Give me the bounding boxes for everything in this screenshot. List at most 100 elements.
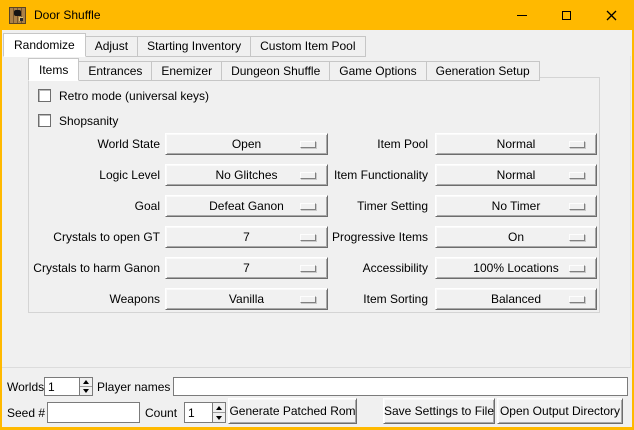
player-names-label: Player names [97,380,170,394]
crystals-ganon-label: Crystals to harm Ganon [30,257,160,279]
menu-indicator-icon [569,141,585,148]
item-functionality-label: Item Functionality [318,164,428,186]
count-down-button[interactable] [213,413,225,422]
shopsanity-checkbox[interactable] [38,114,51,127]
window-title: Door Shuffle [34,8,101,22]
goal-value: Defeat Ganon [209,199,284,213]
world-state-label: World State [30,133,160,155]
worlds-value: 1 [48,378,78,395]
retro-mode-row: Retro mode (universal keys) [38,88,209,103]
crystals-ganon-dropdown[interactable]: 7 [165,257,328,279]
menu-indicator-icon [569,172,585,179]
save-settings-button[interactable]: Save Settings to File [383,398,495,424]
item-pool-value: Normal [497,137,536,151]
count-label: Count [145,406,177,420]
logic-level-value: No Glitches [215,168,277,182]
close-button[interactable] [589,0,634,30]
sub-tab-bar: Items Entrances Enemizer Dungeon Shuffle… [28,58,540,81]
crystals-ganon-value: 7 [243,261,250,275]
accessibility-dropdown[interactable]: 100% Locations [435,257,597,279]
tab-enemizer[interactable]: Enemizer [151,61,222,81]
tab-starting-inventory[interactable]: Starting Inventory [137,36,251,57]
tab-game-options[interactable]: Game Options [329,61,426,81]
minimize-button[interactable] [499,0,544,30]
worlds-up-button[interactable] [80,378,92,387]
count-value: 1 [188,403,211,422]
seed-label: Seed # [7,406,45,420]
count-spinner[interactable]: 1 [184,402,226,423]
menu-indicator-icon [569,203,585,210]
weapons-value: Vanilla [229,292,264,306]
worlds-spinner[interactable]: 1 [44,377,93,396]
tab-items[interactable]: Items [28,58,79,81]
worlds-down-button[interactable] [80,387,92,395]
item-functionality-value: Normal [497,168,536,182]
progressive-items-value: On [508,230,524,244]
maximize-icon [562,11,571,20]
seed-input[interactable] [47,402,140,423]
menu-indicator-icon [569,234,585,241]
open-output-directory-button[interactable]: Open Output Directory [497,398,623,424]
logic-level-dropdown[interactable]: No Glitches [165,164,328,186]
arrow-down-icon [216,416,222,420]
timer-setting-label: Timer Setting [318,195,428,217]
door-icon-emblem [14,10,21,16]
logic-level-label: Logic Level [30,164,160,186]
count-up-button[interactable] [213,403,225,413]
progressive-items-dropdown[interactable]: On [435,226,597,248]
menu-indicator-icon [569,265,585,272]
retro-mode-checkbox[interactable] [38,89,51,102]
arrow-up-icon [83,380,89,384]
worlds-label: Worlds [7,380,44,394]
count-spinner-arrows [212,403,225,422]
tab-entrances[interactable]: Entrances [78,61,152,81]
main-tab-bar: Randomize Adjust Starting Inventory Cust… [3,33,366,57]
player-names-input[interactable] [173,377,628,396]
arrow-up-icon [216,406,222,410]
shopsanity-row: Shopsanity [38,113,118,128]
item-sorting-value: Balanced [491,292,541,306]
tab-generation-setup[interactable]: Generation Setup [426,61,540,81]
timer-setting-value: No Timer [492,199,541,213]
generate-patched-rom-button[interactable]: Generate Patched Rom [228,398,357,424]
app-window: Door Shuffle Randomize Adjust Starting I… [0,0,634,430]
maximize-button[interactable] [544,0,589,30]
item-functionality-dropdown[interactable]: Normal [435,164,597,186]
tab-dungeon-shuffle[interactable]: Dungeon Shuffle [221,61,330,81]
arrow-down-icon [83,389,89,393]
menu-indicator-icon [300,265,316,272]
shopsanity-label[interactable]: Shopsanity [59,114,118,128]
crystals-gt-value: 7 [243,230,250,244]
world-state-value: Open [232,137,261,151]
crystals-gt-dropdown[interactable]: 7 [165,226,328,248]
tab-randomize[interactable]: Randomize [3,33,86,57]
menu-indicator-icon [300,172,316,179]
worlds-spinner-arrows [79,378,92,395]
menu-indicator-icon [569,296,585,303]
goal-dropdown[interactable]: Defeat Ganon [165,195,328,217]
title-bar[interactable]: Door Shuffle [0,0,634,30]
goal-label: Goal [30,195,160,217]
timer-setting-dropdown[interactable]: No Timer [435,195,597,217]
minimize-icon [517,15,527,16]
crystals-gt-label: Crystals to open GT [30,226,160,248]
accessibility-label: Accessibility [318,257,428,279]
accessibility-value: 100% Locations [473,261,558,275]
item-pool-dropdown[interactable]: Normal [435,133,597,155]
window-controls [499,0,634,30]
item-sorting-label: Item Sorting [318,288,428,310]
progressive-items-label: Progressive Items [318,226,428,248]
menu-indicator-icon [300,234,316,241]
item-pool-label: Item Pool [318,133,428,155]
weapons-dropdown[interactable]: Vanilla [165,288,328,310]
menu-indicator-icon [300,141,316,148]
tab-adjust[interactable]: Adjust [85,36,138,57]
world-state-dropdown[interactable]: Open [165,133,328,155]
door-icon [9,7,26,24]
menu-indicator-icon [300,203,316,210]
retro-mode-label[interactable]: Retro mode (universal keys) [59,89,209,103]
weapons-label: Weapons [30,288,160,310]
menu-indicator-icon [300,296,316,303]
tab-custom-item-pool[interactable]: Custom Item Pool [250,36,365,57]
item-sorting-dropdown[interactable]: Balanced [435,288,597,310]
